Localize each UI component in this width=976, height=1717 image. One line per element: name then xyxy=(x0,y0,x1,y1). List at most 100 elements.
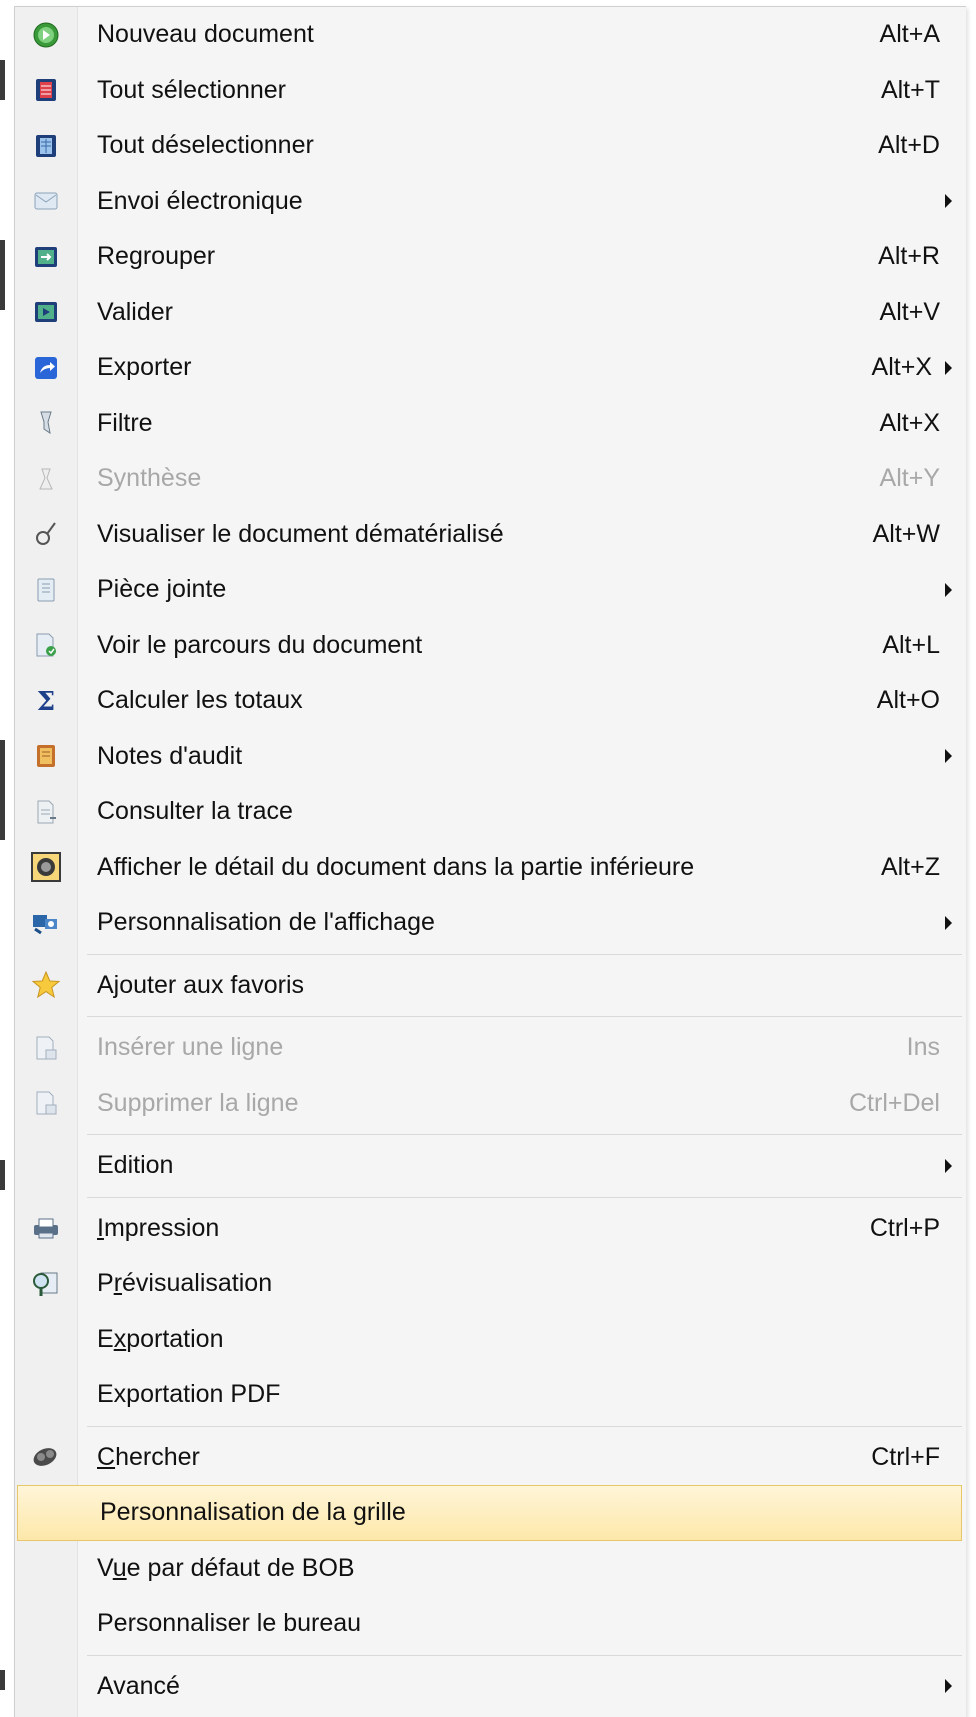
menu-item-edition[interactable]: Edition xyxy=(15,1138,966,1194)
menu-item-label: Personnalisation de l'affichage xyxy=(97,908,435,937)
menu-item-label: Vue par défaut de BOB xyxy=(97,1553,355,1582)
synthesis-icon xyxy=(15,451,77,507)
menu-separator xyxy=(15,1013,966,1020)
menu-item-label: Valider xyxy=(97,297,173,326)
menu-item-label: Afficher le détail du document dans la p… xyxy=(97,852,695,881)
menu-separator xyxy=(15,951,966,958)
menu-item-shortcut: Alt+X xyxy=(879,408,940,437)
menu-item-label: Edition xyxy=(97,1151,174,1180)
menu-item-previsualisation[interactable]: Prévisualisation xyxy=(15,1256,966,1312)
submenu-arrow-icon xyxy=(945,749,952,764)
menu-item-notes-d-audit[interactable]: Notes d'audit xyxy=(15,729,966,785)
view-document-icon xyxy=(15,507,77,563)
menu-item-label: Tout sélectionner xyxy=(97,75,287,104)
menu-item-exporter[interactable]: Exporter Alt+X xyxy=(15,340,966,396)
icon-slot-empty xyxy=(15,1138,77,1194)
submenu-arrow-icon xyxy=(945,1679,952,1694)
delete-row-icon xyxy=(15,1076,77,1132)
menu-item-valider[interactable]: Valider Alt+V xyxy=(15,285,966,341)
menu-item-label: Notes d'audit xyxy=(97,741,243,770)
preview-icon xyxy=(15,1256,77,1312)
submenu-arrow-icon xyxy=(945,1158,952,1173)
submenu-arrow-icon xyxy=(945,360,952,375)
trace-icon xyxy=(15,784,77,840)
menu-item-calculer-les-totaux[interactable]: Σ Calculer les totaux Alt+O xyxy=(15,673,966,729)
menu-item-label: Envoi électronique xyxy=(97,186,303,215)
icon-slot-empty xyxy=(15,1312,77,1368)
menu-item-shortcut: Ctrl+P xyxy=(869,1213,940,1242)
menu-separator xyxy=(15,1423,966,1430)
menu-item-impression[interactable]: Impression Ctrl+P xyxy=(15,1201,966,1257)
menu-item-personnaliser-le-bureau[interactable]: Personnaliser le bureau xyxy=(15,1596,966,1652)
select-all-icon xyxy=(15,63,77,119)
email-icon xyxy=(15,174,77,230)
menu-item-label: Supprimer la ligne xyxy=(97,1088,299,1117)
menu-item-label: Pièce jointe xyxy=(97,575,227,604)
menu-item-label: Personnalisation de la grille xyxy=(100,1498,406,1527)
accelerator-key: C xyxy=(97,1442,116,1471)
menu-item-filtre[interactable]: Filtre Alt+X xyxy=(15,396,966,452)
menu-item-shortcut: Alt+A xyxy=(879,20,940,49)
menu-item-afficher-le-detail-du-document-dans-la-partie-inferieure[interactable]: Afficher le détail du document dans la p… xyxy=(15,840,966,896)
group-icon xyxy=(15,229,77,285)
icon-slot-empty xyxy=(15,1367,77,1423)
submenu-arrow-icon xyxy=(945,194,952,209)
icon-slot-empty xyxy=(15,1659,77,1715)
menu-item-tout-selectionner[interactable]: Tout sélectionner Alt+T xyxy=(15,63,966,119)
menu-item-label: Visualiser le document dématérialisé xyxy=(97,519,504,548)
menu-item-tout-deselectionner[interactable]: Tout déselectionner Alt+D xyxy=(15,118,966,174)
menu-item-label: Regrouper xyxy=(97,242,216,271)
menu-item-regrouper[interactable]: Regrouper Alt+R xyxy=(15,229,966,285)
background-mark xyxy=(0,1160,5,1190)
menu-item-label: Filtre xyxy=(97,408,153,437)
menu-item-shortcut: Alt+O xyxy=(876,686,940,715)
menu-item-label: Exportation xyxy=(97,1324,224,1353)
menu-item-label: Nouveau document xyxy=(97,20,314,49)
menu-item-label: Chercher xyxy=(97,1442,200,1471)
menu-item-exportation-pdf[interactable]: Exportation PDF xyxy=(15,1367,966,1423)
accelerator-key: I xyxy=(97,1213,104,1242)
menu-item-vue-par-defaut-de-bob[interactable]: Vue par défaut de BOB xyxy=(15,1541,966,1597)
menu-item-voir-le-parcours-du-document[interactable]: Voir le parcours du document Alt+L xyxy=(15,618,966,674)
menu-separator xyxy=(15,1131,966,1138)
menu-item-shortcut: Alt+Z xyxy=(880,852,940,881)
menu-item-envoi-electronique[interactable]: Envoi électronique xyxy=(15,174,966,230)
menu-item-shortcut: Alt+T xyxy=(880,75,940,104)
menu-item-shortcut: Alt+W xyxy=(872,519,940,548)
accelerator-key: r xyxy=(113,1269,123,1298)
submenu-arrow-icon xyxy=(945,915,952,930)
menu-item-chercher[interactable]: Chercher Ctrl+F xyxy=(15,1430,966,1486)
menu-item-shortcut: Ins xyxy=(906,1033,940,1062)
menu-item-avance[interactable]: Avancé xyxy=(15,1659,966,1715)
menu-item-label: Personnaliser le bureau xyxy=(97,1609,362,1638)
menu-item-consulter-la-trace[interactable]: Consulter la trace xyxy=(15,784,966,840)
menu-item-visualiser-le-document-dematerialise[interactable]: Visualiser le document dématérialisé Alt+… xyxy=(15,507,966,563)
menu-item-label: Calculer les totaux xyxy=(97,686,303,715)
menu-item-ajouter-aux-favoris[interactable]: Ajouter aux favoris xyxy=(15,958,966,1014)
menu-item-supprimer-la-ligne: Supprimer la ligne Ctrl+Del xyxy=(15,1076,966,1132)
search-icon xyxy=(15,1430,77,1486)
icon-slot-empty xyxy=(15,1596,77,1652)
new-document-icon xyxy=(15,7,77,63)
menu-item-personnalisation-de-la-grille[interactable]: Personnalisation de la grille xyxy=(17,1485,962,1541)
menu-item-label: Consulter la trace xyxy=(97,797,293,826)
menu-item-label: Exporter xyxy=(97,353,192,382)
menu-item-nouveau-document[interactable]: Nouveau document Alt+A xyxy=(15,7,966,63)
menu-item-label: Avancé xyxy=(97,1671,180,1700)
accelerator-key: g xyxy=(352,1498,367,1527)
menu-item-personnalisation-de-l-affichage[interactable]: Personnalisation de l'affichage xyxy=(15,895,966,951)
menu-items: Nouveau document Alt+A Tout sélectionner Al… xyxy=(15,7,966,1714)
menu-item-shortcut: Alt+Y xyxy=(879,464,940,493)
menu-item-inserer-une-ligne: Insérer une ligne Ins xyxy=(15,1020,966,1076)
filter-icon xyxy=(15,396,77,452)
accelerator-key: x xyxy=(113,1324,127,1353)
sum-icon: Σ xyxy=(15,673,77,729)
svg-text:Σ: Σ xyxy=(37,687,55,715)
menu-item-shortcut: Alt+L xyxy=(882,630,940,659)
menu-separator xyxy=(15,1652,966,1659)
icon-slot-empty xyxy=(18,1486,80,1540)
menu-item-piece-jointe[interactable]: Pièce jointe xyxy=(15,562,966,618)
validate-icon xyxy=(15,285,77,341)
menu-item-exportation[interactable]: Exportation xyxy=(15,1312,966,1368)
menu-item-label: Impression xyxy=(97,1213,220,1242)
